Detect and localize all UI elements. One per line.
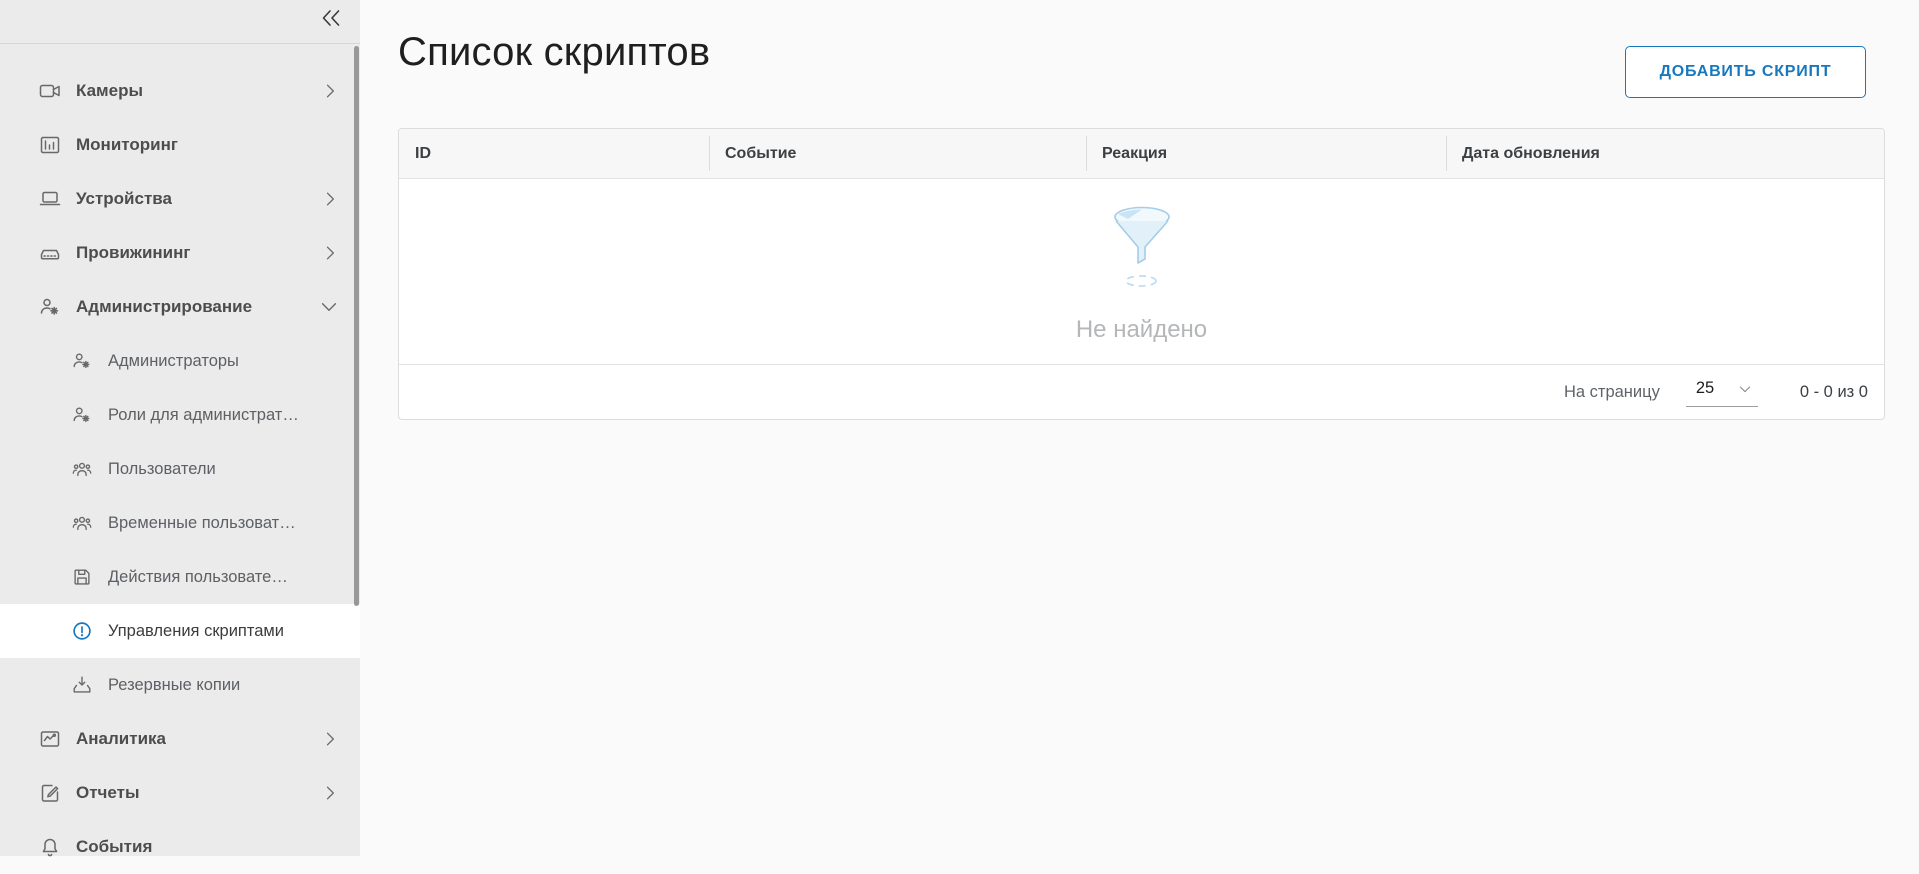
- empty-state: Не найдено: [399, 179, 1884, 364]
- bell-icon: [38, 835, 62, 859]
- sidebar-item-temp-users[interactable]: Временные пользоват…: [0, 496, 360, 550]
- sidebar-collapse-button[interactable]: [316, 5, 346, 35]
- report-edit-icon: [38, 781, 62, 805]
- sidebar-item-label: Резервные копии: [108, 676, 240, 695]
- admin-gear-icon: [70, 349, 94, 373]
- chevron-right-icon: [320, 729, 340, 749]
- sidebar-item-label: Устройства: [76, 189, 172, 209]
- per-page-label: На страницу: [1564, 383, 1660, 402]
- sidebar-item-label: Роли для администрат…: [108, 406, 299, 425]
- sidebar-item-administration[interactable]: Администрирование: [0, 280, 360, 334]
- chevron-down-icon: [1736, 380, 1754, 398]
- save-floppy-icon: [70, 565, 94, 589]
- sidebar-item-devices[interactable]: Устройства: [0, 172, 360, 226]
- sidebar-item-monitoring[interactable]: Мониторинг: [0, 118, 360, 172]
- laptop-icon: [38, 187, 62, 211]
- server-icon: [38, 241, 62, 265]
- sidebar-item-label: Администрирование: [76, 297, 252, 317]
- admin-gear-icon: [70, 403, 94, 427]
- column-header-reaction: Реакция: [1086, 129, 1446, 178]
- sidebar-item-analytics[interactable]: Аналитика: [0, 712, 360, 766]
- column-header-event: Событие: [709, 129, 1086, 178]
- camera-icon: [38, 79, 62, 103]
- sidebar-item-script-management[interactable]: Управления скриптами: [0, 604, 360, 658]
- backup-download-icon: [70, 673, 94, 697]
- sidebar-item-label: Камеры: [76, 81, 143, 101]
- monitoring-icon: [38, 133, 62, 157]
- sidebar-item-label: Временные пользоват…: [108, 514, 296, 533]
- table-footer: На страницу 25 0 - 0 из 0: [399, 364, 1884, 419]
- sidebar-header: [0, 0, 360, 44]
- main-content: Список скриптов ДОБАВИТЬ СКРИПТ ID Событ…: [360, 0, 1919, 856]
- scripts-table-card: ID Событие Реакция Дата обновления Не на…: [398, 128, 1885, 420]
- chevron-right-icon: [320, 783, 340, 803]
- sidebar-item-label: Отчеты: [76, 783, 140, 803]
- add-script-button[interactable]: ДОБАВИТЬ СКРИПТ: [1625, 46, 1866, 98]
- sidebar-item-reports[interactable]: Отчеты: [0, 766, 360, 820]
- column-header-updated: Дата обновления: [1446, 129, 1884, 178]
- analytics-chart-icon: [38, 727, 62, 751]
- empty-state-text: Не найдено: [1076, 316, 1207, 344]
- sidebar-item-label: Управления скриптами: [108, 622, 284, 641]
- alert-circle-icon: [70, 619, 94, 643]
- sidebar-item-label: Действия пользовате…: [108, 568, 288, 587]
- chevron-right-icon: [320, 243, 340, 263]
- column-header-id: ID: [399, 129, 709, 178]
- sidebar-item-cameras[interactable]: Камеры: [0, 64, 360, 118]
- sidebar-menu: Камеры Мониторинг Устройства Прови: [0, 44, 360, 874]
- sidebar-item-label: Аналитика: [76, 729, 166, 749]
- sidebar-item-label: Провижининг: [76, 243, 190, 263]
- sidebar-item-backups[interactable]: Резервные копии: [0, 658, 360, 712]
- sidebar-item-users[interactable]: Пользователи: [0, 442, 360, 496]
- users-group-icon: [70, 457, 94, 481]
- users-group-icon: [70, 511, 94, 535]
- sidebar-item-label: Мониторинг: [76, 135, 178, 155]
- table-header-row: ID Событие Реакция Дата обновления: [399, 129, 1884, 179]
- per-page-select[interactable]: 25: [1686, 377, 1758, 407]
- sidebar-item-label: События: [76, 837, 152, 857]
- funnel-icon: [1110, 205, 1174, 298]
- sidebar: Камеры Мониторинг Устройства Прови: [0, 0, 360, 856]
- admin-gear-icon: [38, 295, 62, 319]
- sidebar-item-admin-roles[interactable]: Роли для администрат…: [0, 388, 360, 442]
- sidebar-item-provisioning[interactable]: Провижининг: [0, 226, 360, 280]
- sidebar-item-user-actions[interactable]: Действия пользовате…: [0, 550, 360, 604]
- sidebar-scrollbar[interactable]: [354, 46, 359, 606]
- sidebar-item-label: Пользователи: [108, 460, 216, 479]
- sidebar-item-label: Администраторы: [108, 352, 239, 371]
- page-title: Список скриптов: [398, 30, 710, 75]
- sidebar-item-events[interactable]: События: [0, 820, 360, 874]
- double-chevron-left-icon: [319, 6, 343, 35]
- chevron-down-icon: [318, 296, 340, 318]
- per-page-value: 25: [1696, 379, 1714, 398]
- chevron-right-icon: [320, 189, 340, 209]
- pagination-range: 0 - 0 из 0: [1800, 383, 1868, 402]
- chevron-right-icon: [320, 81, 340, 101]
- sidebar-item-administrators[interactable]: Администраторы: [0, 334, 360, 388]
